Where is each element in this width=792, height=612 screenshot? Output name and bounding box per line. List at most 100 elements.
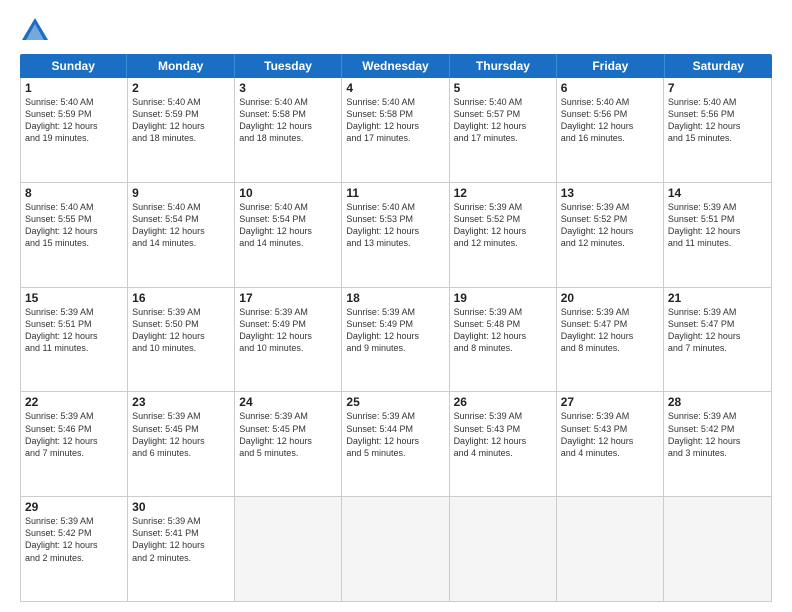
- cell-info: Sunrise: 5:40 AMSunset: 5:54 PMDaylight:…: [132, 201, 230, 250]
- cell-info: Sunrise: 5:39 AMSunset: 5:52 PMDaylight:…: [561, 201, 659, 250]
- header-day-wednesday: Wednesday: [342, 54, 449, 78]
- day-number: 18: [346, 291, 444, 305]
- day-number: 29: [25, 500, 123, 514]
- calendar-cell: 19Sunrise: 5:39 AMSunset: 5:48 PMDayligh…: [450, 288, 557, 392]
- header-day-tuesday: Tuesday: [235, 54, 342, 78]
- calendar-cell: 2Sunrise: 5:40 AMSunset: 5:59 PMDaylight…: [128, 78, 235, 182]
- day-number: 2: [132, 81, 230, 95]
- cell-info: Sunrise: 5:39 AMSunset: 5:50 PMDaylight:…: [132, 306, 230, 355]
- calendar-row: 15Sunrise: 5:39 AMSunset: 5:51 PMDayligh…: [21, 288, 771, 393]
- calendar-cell: 30Sunrise: 5:39 AMSunset: 5:41 PMDayligh…: [128, 497, 235, 601]
- header-day-saturday: Saturday: [665, 54, 772, 78]
- calendar-cell: 17Sunrise: 5:39 AMSunset: 5:49 PMDayligh…: [235, 288, 342, 392]
- day-number: 22: [25, 395, 123, 409]
- header-day-friday: Friday: [557, 54, 664, 78]
- calendar-row: 29Sunrise: 5:39 AMSunset: 5:42 PMDayligh…: [21, 497, 771, 601]
- cell-info: Sunrise: 5:39 AMSunset: 5:49 PMDaylight:…: [346, 306, 444, 355]
- calendar-cell: 25Sunrise: 5:39 AMSunset: 5:44 PMDayligh…: [342, 392, 449, 496]
- day-number: 14: [668, 186, 767, 200]
- calendar-cell: 23Sunrise: 5:39 AMSunset: 5:45 PMDayligh…: [128, 392, 235, 496]
- calendar-cell: [450, 497, 557, 601]
- day-number: 3: [239, 81, 337, 95]
- calendar-cell: 16Sunrise: 5:39 AMSunset: 5:50 PMDayligh…: [128, 288, 235, 392]
- calendar-body: 1Sunrise: 5:40 AMSunset: 5:59 PMDaylight…: [20, 78, 772, 602]
- calendar-cell: 20Sunrise: 5:39 AMSunset: 5:47 PMDayligh…: [557, 288, 664, 392]
- cell-info: Sunrise: 5:39 AMSunset: 5:42 PMDaylight:…: [668, 410, 767, 459]
- cell-info: Sunrise: 5:39 AMSunset: 5:47 PMDaylight:…: [561, 306, 659, 355]
- calendar-cell: 8Sunrise: 5:40 AMSunset: 5:55 PMDaylight…: [21, 183, 128, 287]
- calendar-cell: 27Sunrise: 5:39 AMSunset: 5:43 PMDayligh…: [557, 392, 664, 496]
- calendar-cell: 10Sunrise: 5:40 AMSunset: 5:54 PMDayligh…: [235, 183, 342, 287]
- day-number: 20: [561, 291, 659, 305]
- calendar-cell: 14Sunrise: 5:39 AMSunset: 5:51 PMDayligh…: [664, 183, 771, 287]
- day-number: 15: [25, 291, 123, 305]
- cell-info: Sunrise: 5:40 AMSunset: 5:58 PMDaylight:…: [239, 96, 337, 145]
- calendar-cell: 7Sunrise: 5:40 AMSunset: 5:56 PMDaylight…: [664, 78, 771, 182]
- day-number: 8: [25, 186, 123, 200]
- cell-info: Sunrise: 5:40 AMSunset: 5:56 PMDaylight:…: [561, 96, 659, 145]
- day-number: 16: [132, 291, 230, 305]
- cell-info: Sunrise: 5:39 AMSunset: 5:49 PMDaylight:…: [239, 306, 337, 355]
- cell-info: Sunrise: 5:40 AMSunset: 5:54 PMDaylight:…: [239, 201, 337, 250]
- day-number: 7: [668, 81, 767, 95]
- cell-info: Sunrise: 5:39 AMSunset: 5:46 PMDaylight:…: [25, 410, 123, 459]
- cell-info: Sunrise: 5:40 AMSunset: 5:59 PMDaylight:…: [25, 96, 123, 145]
- calendar-cell: 5Sunrise: 5:40 AMSunset: 5:57 PMDaylight…: [450, 78, 557, 182]
- calendar-cell: 4Sunrise: 5:40 AMSunset: 5:58 PMDaylight…: [342, 78, 449, 182]
- cell-info: Sunrise: 5:39 AMSunset: 5:51 PMDaylight:…: [668, 201, 767, 250]
- day-number: 12: [454, 186, 552, 200]
- cell-info: Sunrise: 5:39 AMSunset: 5:43 PMDaylight:…: [561, 410, 659, 459]
- calendar-cell: 28Sunrise: 5:39 AMSunset: 5:42 PMDayligh…: [664, 392, 771, 496]
- day-number: 26: [454, 395, 552, 409]
- cell-info: Sunrise: 5:39 AMSunset: 5:48 PMDaylight:…: [454, 306, 552, 355]
- page: SundayMondayTuesdayWednesdayThursdayFrid…: [0, 0, 792, 612]
- day-number: 28: [668, 395, 767, 409]
- calendar-row: 1Sunrise: 5:40 AMSunset: 5:59 PMDaylight…: [21, 78, 771, 183]
- cell-info: Sunrise: 5:39 AMSunset: 5:51 PMDaylight:…: [25, 306, 123, 355]
- calendar-cell: 24Sunrise: 5:39 AMSunset: 5:45 PMDayligh…: [235, 392, 342, 496]
- calendar-cell: [235, 497, 342, 601]
- header-day-monday: Monday: [127, 54, 234, 78]
- day-number: 13: [561, 186, 659, 200]
- calendar-header: SundayMondayTuesdayWednesdayThursdayFrid…: [20, 54, 772, 78]
- calendar-cell: 9Sunrise: 5:40 AMSunset: 5:54 PMDaylight…: [128, 183, 235, 287]
- cell-info: Sunrise: 5:40 AMSunset: 5:58 PMDaylight:…: [346, 96, 444, 145]
- calendar-cell: 13Sunrise: 5:39 AMSunset: 5:52 PMDayligh…: [557, 183, 664, 287]
- calendar: SundayMondayTuesdayWednesdayThursdayFrid…: [20, 54, 772, 602]
- day-number: 23: [132, 395, 230, 409]
- cell-info: Sunrise: 5:40 AMSunset: 5:59 PMDaylight:…: [132, 96, 230, 145]
- calendar-cell: [664, 497, 771, 601]
- cell-info: Sunrise: 5:39 AMSunset: 5:47 PMDaylight:…: [668, 306, 767, 355]
- calendar-cell: 12Sunrise: 5:39 AMSunset: 5:52 PMDayligh…: [450, 183, 557, 287]
- day-number: 21: [668, 291, 767, 305]
- calendar-cell: 21Sunrise: 5:39 AMSunset: 5:47 PMDayligh…: [664, 288, 771, 392]
- calendar-cell: 22Sunrise: 5:39 AMSunset: 5:46 PMDayligh…: [21, 392, 128, 496]
- calendar-cell: 6Sunrise: 5:40 AMSunset: 5:56 PMDaylight…: [557, 78, 664, 182]
- cell-info: Sunrise: 5:40 AMSunset: 5:53 PMDaylight:…: [346, 201, 444, 250]
- cell-info: Sunrise: 5:39 AMSunset: 5:45 PMDaylight:…: [239, 410, 337, 459]
- day-number: 24: [239, 395, 337, 409]
- header-day-sunday: Sunday: [20, 54, 127, 78]
- header-day-thursday: Thursday: [450, 54, 557, 78]
- calendar-cell: 18Sunrise: 5:39 AMSunset: 5:49 PMDayligh…: [342, 288, 449, 392]
- day-number: 10: [239, 186, 337, 200]
- cell-info: Sunrise: 5:39 AMSunset: 5:43 PMDaylight:…: [454, 410, 552, 459]
- day-number: 25: [346, 395, 444, 409]
- calendar-cell: 11Sunrise: 5:40 AMSunset: 5:53 PMDayligh…: [342, 183, 449, 287]
- day-number: 6: [561, 81, 659, 95]
- day-number: 19: [454, 291, 552, 305]
- day-number: 17: [239, 291, 337, 305]
- cell-info: Sunrise: 5:39 AMSunset: 5:45 PMDaylight:…: [132, 410, 230, 459]
- cell-info: Sunrise: 5:40 AMSunset: 5:55 PMDaylight:…: [25, 201, 123, 250]
- cell-info: Sunrise: 5:39 AMSunset: 5:44 PMDaylight:…: [346, 410, 444, 459]
- cell-info: Sunrise: 5:40 AMSunset: 5:57 PMDaylight:…: [454, 96, 552, 145]
- day-number: 5: [454, 81, 552, 95]
- calendar-row: 8Sunrise: 5:40 AMSunset: 5:55 PMDaylight…: [21, 183, 771, 288]
- calendar-cell: 15Sunrise: 5:39 AMSunset: 5:51 PMDayligh…: [21, 288, 128, 392]
- day-number: 11: [346, 186, 444, 200]
- header: [20, 16, 772, 46]
- calendar-cell: 3Sunrise: 5:40 AMSunset: 5:58 PMDaylight…: [235, 78, 342, 182]
- calendar-row: 22Sunrise: 5:39 AMSunset: 5:46 PMDayligh…: [21, 392, 771, 497]
- calendar-cell: 26Sunrise: 5:39 AMSunset: 5:43 PMDayligh…: [450, 392, 557, 496]
- calendar-cell: 29Sunrise: 5:39 AMSunset: 5:42 PMDayligh…: [21, 497, 128, 601]
